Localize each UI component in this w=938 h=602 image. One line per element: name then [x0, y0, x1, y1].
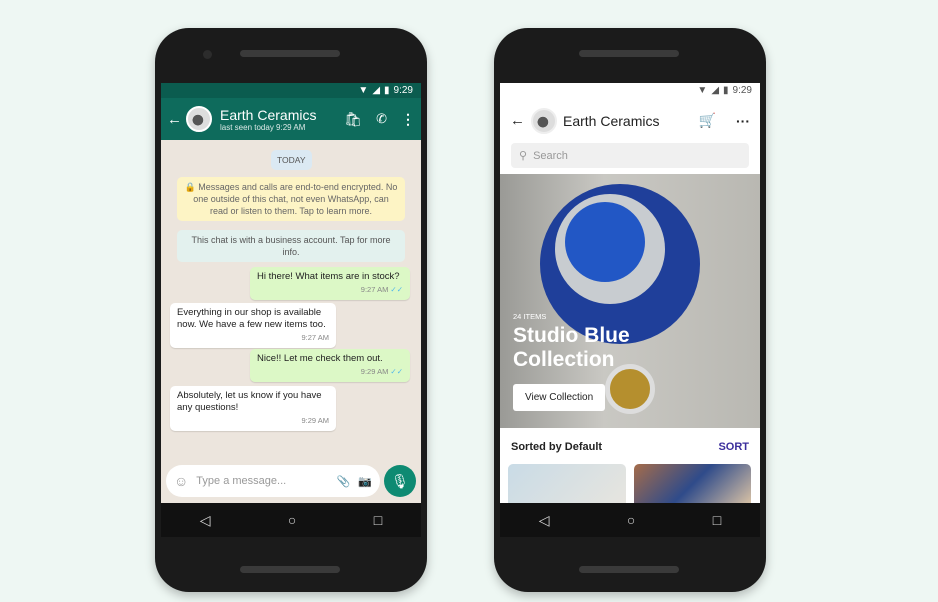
speaker-top	[579, 50, 679, 57]
message-bubble[interactable]: Absolutely, let us know if you have any …	[170, 386, 336, 431]
mic-icon: 🎙	[391, 472, 409, 489]
collection-hero[interactable]: 24 ITEMS Studio Blue Collection View Coll…	[500, 174, 760, 428]
signal-icon: ◢	[372, 85, 381, 96]
message-text: Everything in our shop is available now.…	[177, 307, 326, 330]
message-bubble[interactable]: Hi there! What items are in stock? 9:27 A…	[250, 267, 410, 300]
camera-icon[interactable]: 📷	[358, 475, 372, 488]
message-text: Absolutely, let us know if you have any …	[177, 390, 322, 413]
attach-icon[interactable]: 📎	[337, 475, 351, 488]
item-count: 24 ITEMS	[513, 312, 547, 321]
lock-icon: 🔒	[184, 182, 196, 192]
more-options-icon[interactable]: ⋮	[401, 111, 415, 128]
front-camera	[203, 50, 212, 59]
last-seen: last seen today 9:29 AM	[220, 122, 306, 132]
signal-icon: ◢	[711, 85, 720, 96]
android-nav-bar: ◁ ○ □	[161, 503, 421, 537]
status-bar: ▼ ◢ ▮ 9:29	[161, 83, 421, 98]
phone-whatsapp-chat: ▼ ◢ ▮ 9:29 ← Earth Ceramics last seen toda…	[155, 28, 427, 592]
nav-home-icon[interactable]: ○	[627, 512, 635, 528]
business-notice[interactable]: This chat is with a business account. Ta…	[177, 230, 405, 262]
add-call-icon[interactable]: ✆	[376, 111, 387, 127]
battery-icon: ▮	[723, 85, 729, 96]
more-options-icon[interactable]: ···	[736, 113, 750, 129]
contact-name: Earth Ceramics	[220, 106, 317, 123]
nav-back-icon[interactable]: ◁	[200, 512, 211, 529]
search-placeholder: Search	[533, 149, 568, 162]
android-nav-bar: ◁ ○ □	[500, 503, 760, 537]
contact-info[interactable]: Earth Ceramics last seen today 9:29 AM	[220, 107, 344, 132]
title-line: Studio Blue	[513, 324, 630, 347]
message-input[interactable]: ☺ Type a message... 📎 📷	[166, 465, 380, 497]
message-text: Hi there! What items are in stock?	[257, 271, 400, 282]
sorted-label: Sorted by Default	[511, 441, 603, 453]
encryption-notice[interactable]: 🔒 Messages and calls are end-to-end encr…	[177, 177, 405, 221]
avatar[interactable]	[186, 106, 212, 132]
chat-area: TODAY 🔒 Messages and calls are end-to-en…	[161, 140, 421, 503]
speaker-top	[240, 50, 340, 57]
nav-back-icon[interactable]: ◁	[539, 512, 550, 529]
catalog-screen: ▼ ◢ ▮ 9:29 ← Earth Ceramics 🛒 ··· ⚲ Search…	[500, 83, 760, 503]
product-thumbnail[interactable]	[634, 464, 751, 503]
read-ticks-icon: ✓✓	[390, 285, 403, 294]
nav-recents-icon[interactable]: □	[713, 512, 721, 528]
message-time: 9:29 AM	[301, 416, 329, 425]
status-time: 9:29	[732, 85, 752, 96]
back-arrow-icon[interactable]: ←	[167, 111, 182, 128]
chat-screen: ▼ ◢ ▮ 9:29 ← Earth Ceramics last seen toda…	[161, 83, 421, 503]
back-arrow-icon[interactable]: ←	[510, 112, 525, 129]
emoji-icon[interactable]: ☺	[174, 473, 188, 489]
message-bubble[interactable]: Nice!! Let me check them out. 9:29 AM ✓✓	[250, 349, 410, 382]
mic-button[interactable]: 🎙	[384, 465, 416, 497]
sort-button[interactable]: SORT	[718, 441, 749, 453]
status-time: 9:29	[393, 85, 413, 96]
status-bar: ▼ ◢ ▮ 9:29	[500, 83, 760, 98]
message-text: Nice!! Let me check them out.	[257, 353, 383, 364]
nav-home-icon[interactable]: ○	[288, 512, 296, 528]
wifi-icon: ▼	[697, 85, 708, 96]
date-chip: TODAY	[271, 150, 312, 170]
read-ticks-icon: ✓✓	[390, 367, 403, 376]
cart-icon[interactable]: 🛒	[699, 112, 716, 129]
speaker-bottom	[240, 566, 340, 573]
product-thumbnail[interactable]	[508, 464, 626, 503]
catalog-header: ← Earth Ceramics 🛒 ···	[500, 98, 760, 143]
view-collection-button[interactable]: View Collection	[513, 384, 606, 411]
message-bubble[interactable]: Everything in our shop is available now.…	[170, 303, 336, 348]
search-icon: ⚲	[519, 150, 528, 162]
wifi-icon: ▼	[358, 85, 369, 96]
hero-image-bowl	[565, 202, 645, 282]
message-time: 9:29 AM	[360, 367, 389, 376]
collection-title: Studio Blue Collection	[513, 324, 630, 372]
speaker-bottom	[579, 566, 679, 573]
battery-icon: ▮	[384, 85, 390, 96]
message-time: 9:27 AM	[301, 333, 329, 342]
phone-catalog: ▼ ◢ ▮ 9:29 ← Earth Ceramics 🛒 ··· ⚲ Search…	[494, 28, 766, 592]
encryption-text: Messages and calls are end-to-end encryp…	[193, 182, 398, 216]
search-input[interactable]: ⚲ Search	[511, 143, 749, 168]
business-name: Earth Ceramics	[563, 112, 660, 129]
message-time: 9:27 AM	[360, 285, 389, 294]
message-placeholder: Type a message...	[196, 475, 287, 487]
sort-row: Sorted by Default SORT	[511, 441, 749, 453]
title-line: Collection	[513, 348, 615, 371]
nav-recents-icon[interactable]: □	[374, 512, 382, 528]
chat-header: ← Earth Ceramics last seen today 9:29 AM…	[161, 98, 421, 140]
avatar	[531, 107, 557, 134]
shopping-bag-icon[interactable]: 🛍	[344, 111, 362, 128]
